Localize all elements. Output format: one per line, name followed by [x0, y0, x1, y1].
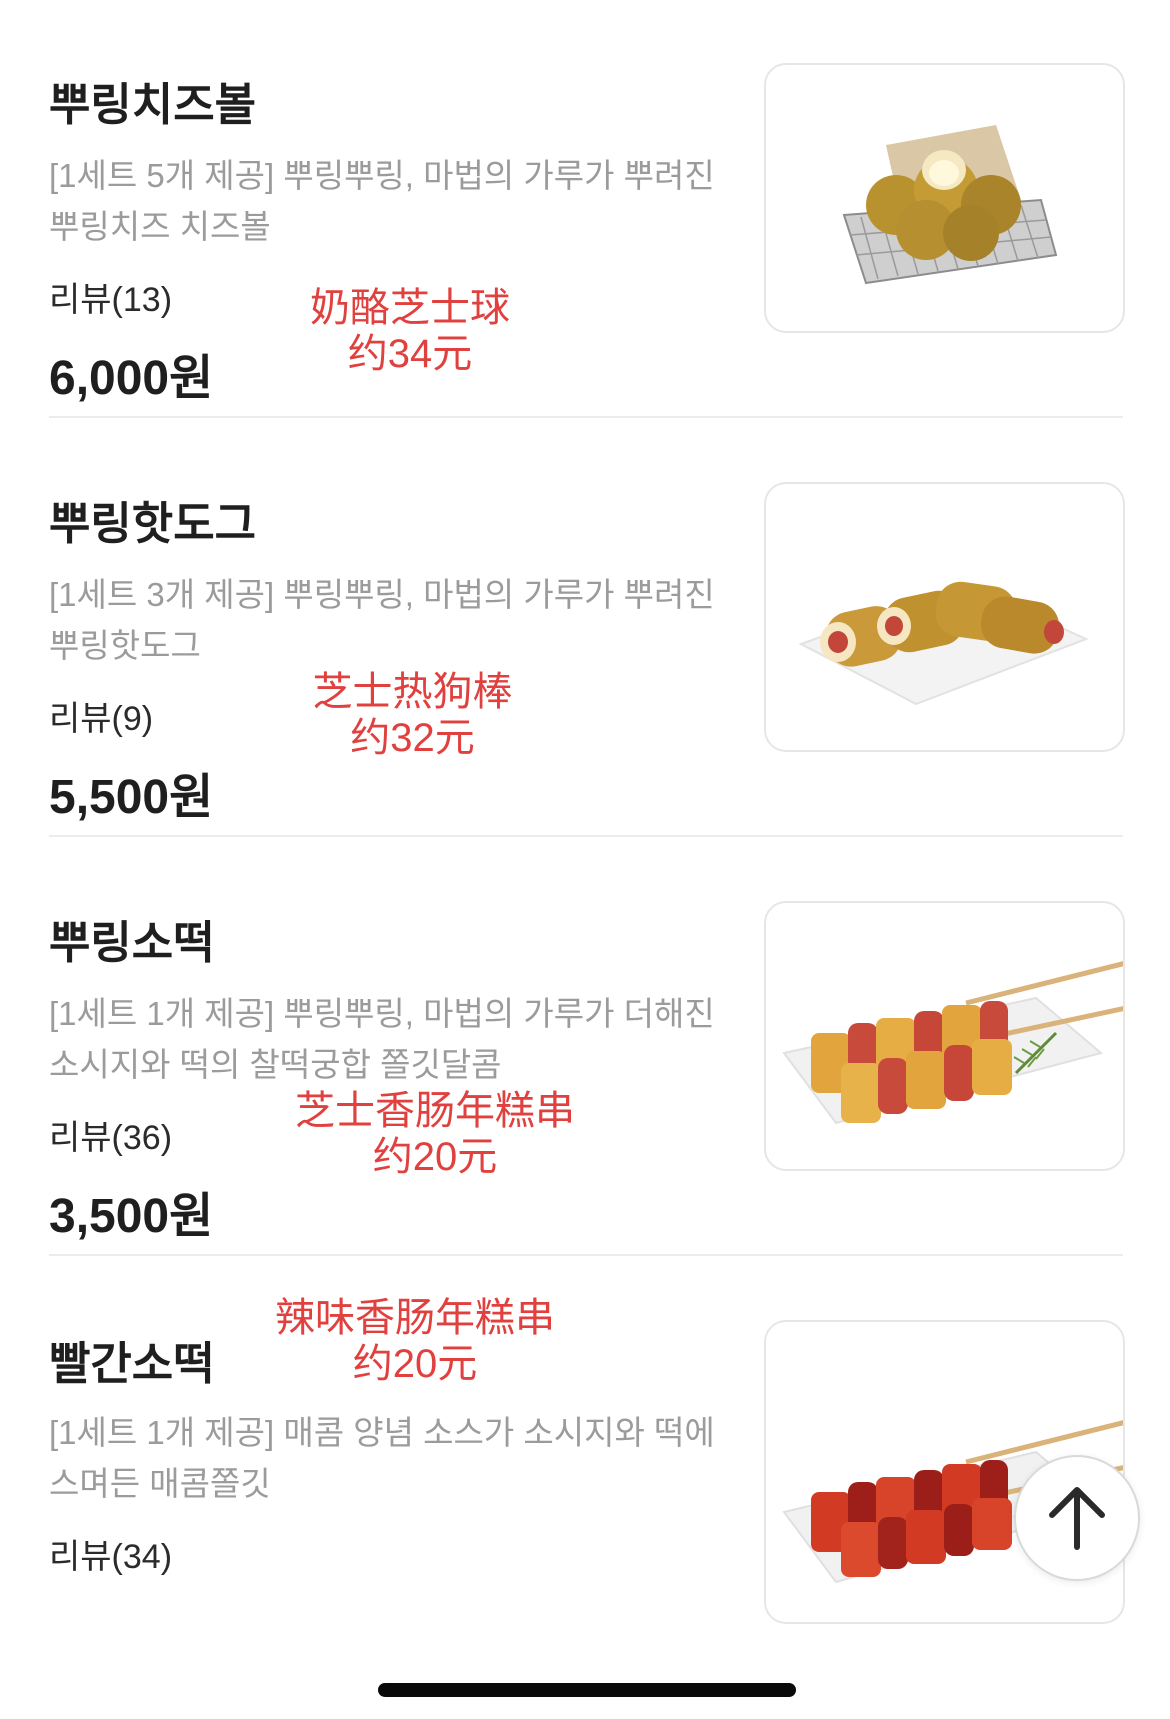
menu-item-description: [1세트 3개 제공] 뿌링뿌링, 마법의 가루가 뿌려진 뿌링핫도그 [49, 576, 715, 664]
annotation-note: 芝士热狗棒 约32元 [305, 669, 520, 761]
menu-item-cheese-ball[interactable]: 뿌링치즈볼 [1세트 5개 제공] 뿌링뿌링, 마법의 가루가 뿌려진 뿌링치즈… [0, 0, 1170, 460]
menu-item-reviews[interactable]: 리뷰(36) [49, 1110, 172, 1159]
menu-item-hotdog[interactable]: 뿌링핫도그 [1세트 3개 제공] 뿌링뿌링, 마법의 가루가 뿌려진 뿌링핫도… [0, 419, 1170, 879]
menu-item-name: 뿌링치즈볼 [49, 79, 257, 130]
menu-item-reviews[interactable]: 리뷰(9) [49, 691, 153, 740]
menu-item-name: 뿌링핫도그 [49, 498, 257, 549]
annotation-price: 约20元 [372, 1135, 498, 1179]
menu-item-spicy-sotteok[interactable]: 빨간소떡 [1세트 1개 제공] 매콤 양념 소스가 소시지와 떡에 스며든 매… [0, 1257, 1170, 1717]
menu-item-price: 5,500원 [49, 771, 214, 824]
sotteok-skewer-image [782, 961, 1123, 1125]
cheese-ball-basket-image [842, 125, 1058, 285]
annotation-name: 芝士热狗棒 [312, 670, 513, 714]
menu-item-image[interactable] [764, 63, 1125, 333]
annotation-price: 约32元 [350, 716, 475, 760]
menu-item-reviews[interactable]: 리뷰(34) [49, 1529, 172, 1578]
item-divider [49, 1254, 1123, 1256]
menu-item-image[interactable] [764, 482, 1125, 752]
item-divider [49, 835, 1123, 837]
annotation-name: 辣味香肠年糕串 [275, 1296, 555, 1340]
menu-item-price: 3,500원 [49, 1190, 214, 1243]
annotation-note: 芝士香肠年糕串 约20元 [285, 1088, 585, 1180]
menu-item-sotteok[interactable]: 뿌링소떡 [1세트 1개 제공] 뿌링뿌링, 마법의 가루가 더해진 소시지와 … [0, 838, 1170, 1298]
annotation-name: 芝士香肠年糕串 [295, 1089, 575, 1133]
annotation-note: 辣味香肠年糕串 约20元 [265, 1295, 565, 1387]
menu-item-description: [1세트 1개 제공] 뿌링뿌링, 마법의 가루가 더해진 소시지와 떡의 찰떡… [49, 995, 715, 1083]
menu-item-image[interactable] [764, 901, 1125, 1171]
menu-item-price: 6,000원 [49, 352, 214, 405]
menu-item-name: 뿌링소떡 [49, 917, 215, 968]
annotation-price: 约20元 [352, 1342, 478, 1386]
annotation-note: 奶酪芝士球 约34元 [310, 285, 510, 377]
annotation-name: 奶酪芝士球 [310, 286, 510, 330]
menu-item-reviews[interactable]: 리뷰(13) [49, 272, 172, 321]
menu-item-name: 빨간소떡 [49, 1338, 215, 1389]
menu-item-description: [1세트 5개 제공] 뿌링뿌링, 마법의 가루가 뿌려진 뿌링치즈 치즈볼 [49, 157, 715, 245]
menu-item-description: [1세트 1개 제공] 매콤 양념 소스가 소시지와 떡에 스며든 매콤쫄깃 [49, 1414, 715, 1502]
annotation-price: 约34元 [347, 332, 473, 376]
hotdog-plate-image [798, 581, 1089, 706]
scroll-to-top-button[interactable] [1014, 1455, 1140, 1581]
menu-list-page: 뿌링치즈볼 [1세트 5개 제공] 뿌링뿌링, 마법의 가루가 뿌려진 뿌링치즈… [0, 0, 1170, 1719]
arrow-up-icon [1049, 1487, 1105, 1550]
home-indicator [378, 1683, 796, 1697]
item-divider [49, 416, 1123, 418]
